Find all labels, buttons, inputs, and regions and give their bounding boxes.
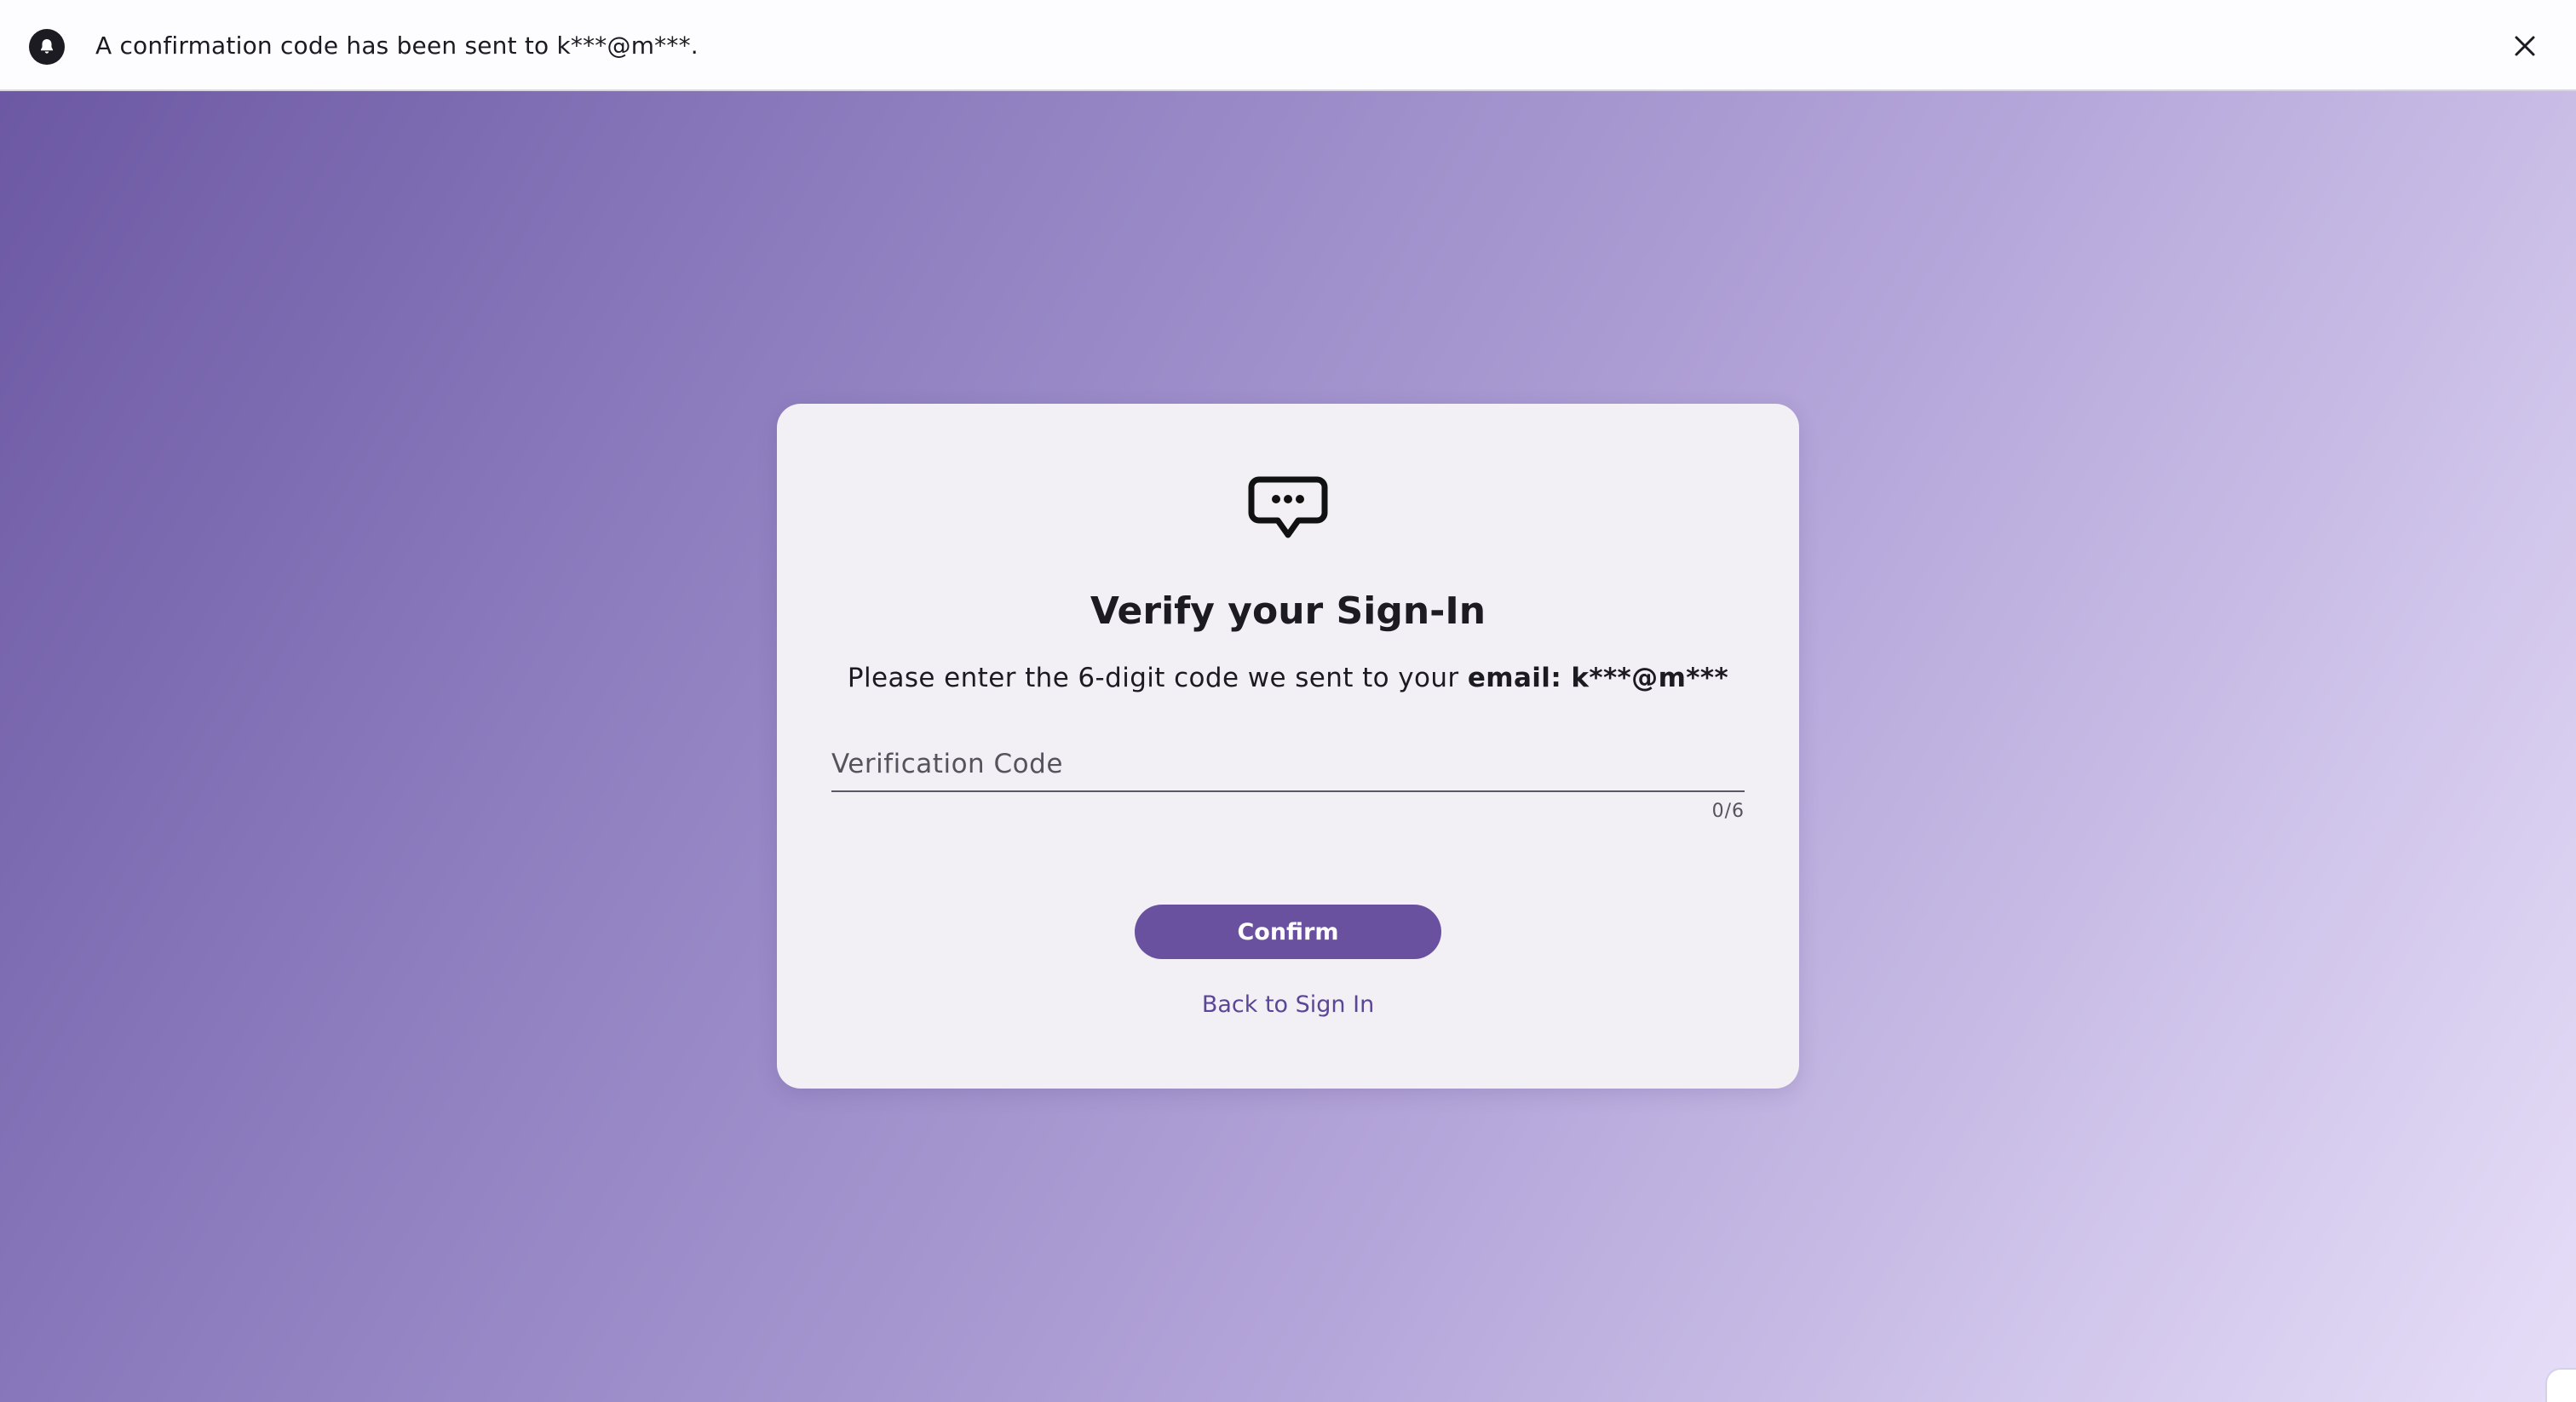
- verification-code-input[interactable]: [831, 738, 1745, 792]
- close-icon[interactable]: [2508, 29, 2542, 63]
- instructions-text: Please enter the 6-digit code we sent to…: [777, 659, 1799, 697]
- page-title: Verify your Sign-In: [1090, 589, 1486, 633]
- banner-message: A confirmation code has been sent to k**…: [95, 32, 699, 60]
- character-counter: 0/6: [1711, 801, 1745, 822]
- confirm-button[interactable]: Confirm: [1135, 905, 1441, 959]
- corner-widget[interactable]: [2545, 1368, 2576, 1402]
- instructions-prefix: Please enter the 6-digit code we sent to…: [847, 663, 1468, 693]
- verification-card: Verify your Sign-In Please enter the 6-d…: [777, 404, 1799, 1089]
- notification-banner: A confirmation code has been sent to k**…: [0, 0, 2576, 91]
- back-to-sign-in-link[interactable]: Back to Sign In: [777, 988, 1799, 1022]
- bell-icon: [29, 29, 65, 65]
- masked-email: email: k***@m***: [1467, 663, 1729, 693]
- chat-bubble-ellipsis-icon: [1248, 476, 1328, 538]
- verification-code-field: 0/6: [831, 738, 1745, 823]
